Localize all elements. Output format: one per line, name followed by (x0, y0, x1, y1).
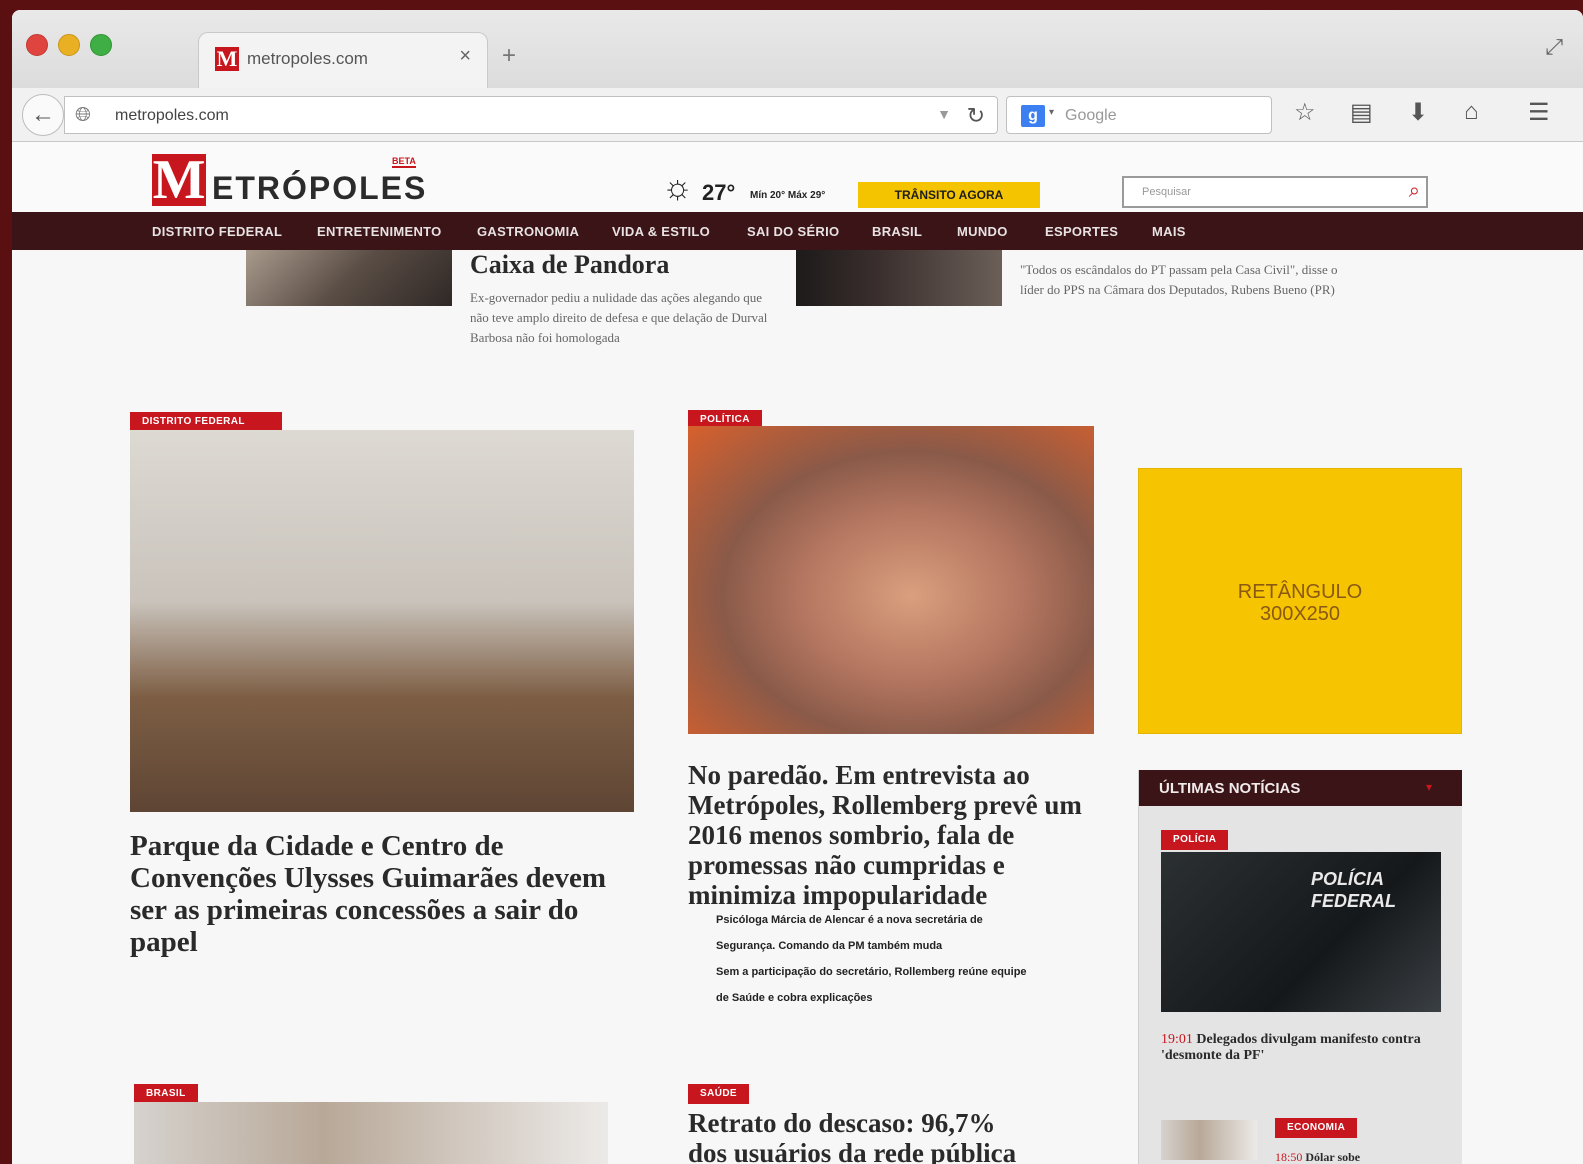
story-thumbnail[interactable] (796, 250, 1002, 306)
search-bar[interactable]: g ▾ Google (1006, 96, 1272, 134)
tab-close-icon[interactable]: × (459, 45, 471, 68)
news-headline[interactable]: Delegados divulgam manifesto contra 'des… (1161, 1032, 1421, 1063)
back-arrow-icon: ← (31, 101, 55, 128)
temperature: 27° (702, 180, 736, 205)
url-bar[interactable]: 🌐︎ metropoles.com ▼ ↻ (64, 96, 998, 134)
globe-icon: 🌐︎ (75, 104, 91, 126)
zoom-window-button[interactable] (90, 34, 112, 56)
logo-mark[interactable]: M (152, 152, 206, 208)
page-content: Caixa de Pandora Ex-governador pediu a n… (12, 250, 1583, 1164)
transito-agora-button[interactable]: TRÂNSITO AGORA (858, 182, 1040, 208)
category-badge[interactable]: BRASIL (134, 1084, 198, 1104)
sidebar-title: ÚLTIMAS NOTÍCIAS (1159, 780, 1301, 797)
new-tab-button[interactable]: + (502, 42, 516, 70)
browser-window: M metropoles.com × + ⤢ 🌐︎ metropoles.com… (12, 10, 1583, 1164)
tab-strip: M metropoles.com × + ⤢ (12, 10, 1583, 88)
site-search-input[interactable]: Pesquisar ⌕ (1122, 176, 1428, 208)
featured-headline[interactable]: No paredão. Em entrevista ao Metrópoles,… (688, 760, 1100, 910)
nav-item-mais[interactable]: MAIS (1152, 224, 1186, 239)
nav-item-sai-do-serio[interactable]: SAI DO SÉRIO (747, 224, 839, 239)
category-badge[interactable]: ECONOMIA (1275, 1118, 1358, 1138)
tab-title: metropoles.com (247, 49, 368, 68)
category-badge[interactable]: POLÍCIA (1161, 830, 1229, 850)
nav-item-distrito-federal[interactable]: DISTRITO FEDERAL (152, 224, 282, 239)
story-title[interactable]: Caixa de Pandora (470, 250, 669, 280)
back-button[interactable]: ← (22, 94, 64, 136)
search-engine-caret-icon[interactable]: ▾ (1049, 107, 1054, 118)
search-icon[interactable]: ⌕ (1409, 180, 1420, 203)
related-link[interactable]: de Saúde e cobra explicações (716, 992, 873, 1004)
story-headline[interactable]: Retrato do descaso: 96,7% dos usuários d… (688, 1108, 1088, 1164)
nav-item-brasil[interactable]: BRASIL (872, 224, 922, 239)
search-engine-placeholder[interactable]: Google (1065, 107, 1117, 125)
news-time: 19:01 (1161, 1032, 1193, 1047)
news-item[interactable]: 19:01 Delegados divulgam manifesto contr… (1161, 1032, 1451, 1064)
logo-wordmark[interactable]: ETRÓPOLES (212, 170, 427, 207)
category-badge[interactable]: SAÚDE (688, 1084, 750, 1104)
url-text[interactable]: metropoles.com (115, 107, 229, 125)
news-image[interactable]: POLÍCIA FEDERAL (1161, 852, 1441, 1012)
nav-item-vida-estilo[interactable]: VIDA & ESTILO (612, 224, 710, 239)
related-link[interactable]: Sem a participação do secretário, Rollem… (716, 966, 1027, 978)
chevron-down-icon[interactable]: ▾ (1426, 780, 1432, 794)
site-header: M ETRÓPOLES BETA ☼ 27° Mín 20° Máx 29° T… (12, 142, 1583, 212)
ad-rectangle[interactable]: RETÂNGULO 300X250 (1138, 468, 1462, 734)
image-text-line: FEDERAL (1311, 891, 1396, 911)
google-icon[interactable]: g (1021, 105, 1045, 127)
story-image[interactable] (134, 1102, 608, 1164)
home-icon[interactable]: ⌂ (1464, 98, 1479, 126)
featured-image[interactable] (130, 430, 634, 812)
url-dropdown-icon[interactable]: ▼ (937, 106, 951, 122)
ad-label: RETÂNGULO 300X250 (1139, 581, 1461, 625)
main-nav: DISTRITO FEDERAL ENTRETENIMENTO GASTRONO… (12, 212, 1583, 250)
latest-news-sidebar: ÚLTIMAS NOTÍCIAS ▾ POLÍCIA POLÍCIA FEDER… (1138, 770, 1462, 1164)
related-link[interactable]: Psicóloga Márcia de Alencar é a nova sec… (716, 914, 983, 926)
nav-item-gastronomia[interactable]: GASTRONOMIA (477, 224, 579, 239)
minimize-window-button[interactable] (58, 34, 80, 56)
nav-item-entretenimento[interactable]: ENTRETENIMENTO (317, 224, 442, 239)
favicon-icon: M (215, 46, 239, 71)
story-headline-line: Retrato do descaso: 96,7% (688, 1108, 996, 1138)
star-icon[interactable]: ☆ (1294, 98, 1316, 127)
image-text: POLÍCIA FEDERAL (1311, 868, 1396, 912)
download-icon[interactable]: ⬇ (1408, 98, 1428, 127)
ad-label-line: RETÂNGULO (1237, 581, 1363, 603)
story-summary: Ex-governador pediu a nulidade das ações… (470, 290, 768, 345)
sun-icon: ☼ (662, 168, 694, 206)
nav-item-mundo[interactable]: MUNDO (957, 224, 1008, 239)
story-headline-line: dos usuários da rede pública (688, 1138, 1017, 1164)
story-quote: "Todos os escândalos do PT passam pela C… (1020, 262, 1338, 297)
featured-headline[interactable]: Parque da Cidade e Centro de Convenções … (130, 830, 640, 958)
news-item[interactable]: 18:50 Dólar sobe (1275, 1150, 1360, 1164)
nav-item-esportes[interactable]: ESPORTES (1045, 224, 1118, 239)
clipboard-icon[interactable]: ▤ (1350, 98, 1373, 127)
beta-badge: BETA (392, 156, 416, 168)
category-badge[interactable]: DISTRITO FEDERAL (130, 412, 282, 432)
browser-toolbar: 🌐︎ metropoles.com ▼ ↻ ← g ▾ Google ☆ ▤ ⬇… (12, 88, 1583, 142)
news-time: 18:50 (1275, 1150, 1303, 1164)
news-thumbnail[interactable] (1161, 1120, 1257, 1160)
menu-icon[interactable]: ☰ (1528, 98, 1550, 127)
close-window-button[interactable] (26, 34, 48, 56)
min-max-temperature: Mín 20° Máx 29° (750, 190, 826, 201)
ad-label-line: 300X250 (1259, 603, 1341, 625)
sidebar-header: ÚLTIMAS NOTÍCIAS ▾ (1139, 770, 1462, 806)
image-text-line: POLÍCIA (1311, 869, 1385, 889)
site-search-placeholder: Pesquisar (1142, 186, 1191, 198)
featured-image[interactable] (688, 426, 1094, 734)
fullscreen-icon[interactable]: ⤢ (1545, 34, 1563, 60)
browser-tab[interactable]: M metropoles.com × (198, 32, 488, 88)
news-headline[interactable]: Dólar sobe (1305, 1150, 1360, 1164)
story-thumbnail[interactable] (246, 250, 452, 306)
reload-icon[interactable]: ↻ (967, 103, 985, 129)
related-link[interactable]: Segurança. Comando da PM também muda (716, 940, 942, 952)
